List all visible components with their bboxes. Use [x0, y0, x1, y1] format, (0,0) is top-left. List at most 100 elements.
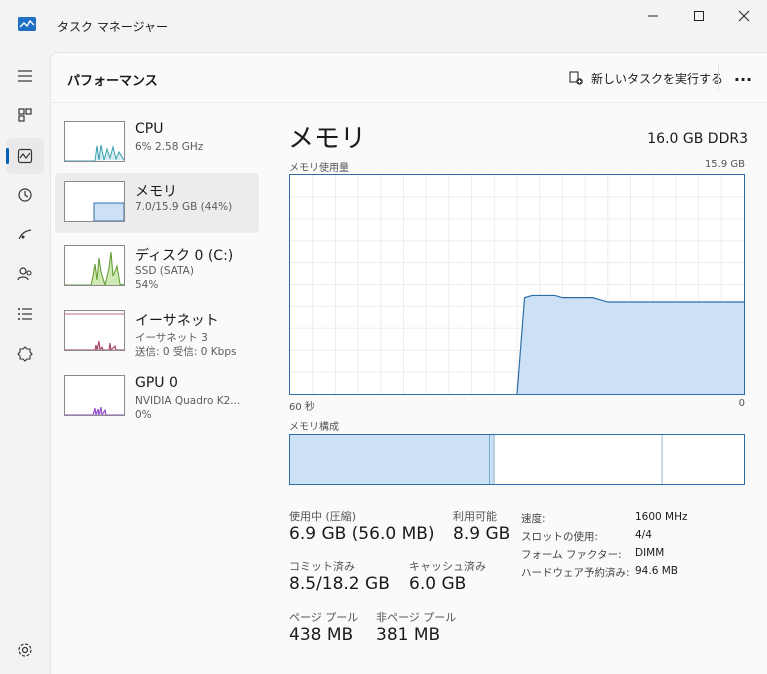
- minimize-button[interactable]: [630, 0, 676, 32]
- speed-value: 1600 MHz: [635, 511, 688, 523]
- resource-item-cpu[interactable]: CPU 6% 2.58 GHz: [55, 113, 259, 173]
- disk-mini-graph: [65, 251, 124, 285]
- resource-detail: 7.0/15.9 GB (44%): [135, 201, 233, 213]
- axis-right-label: 0: [738, 398, 745, 409]
- details-icon: [18, 308, 32, 320]
- app-title: タスク マネージャー: [57, 20, 168, 34]
- usage-label: メモリ使用量: [289, 163, 349, 174]
- resource-detail: SSD (SATA): [135, 265, 194, 277]
- paged-pool-value: 438 MB: [289, 625, 354, 645]
- command-bar: パフォーマンス 新しいタスクを実行する ...: [51, 53, 767, 103]
- resource-detail: 54%: [135, 279, 159, 291]
- nav-settings[interactable]: [6, 632, 44, 668]
- composition-label: メモリ構成: [289, 422, 339, 433]
- available-label: 利用可能: [453, 510, 497, 523]
- paged-pool-label: ページ プール: [289, 611, 359, 624]
- hw-reserved-value: 94.6 MB: [635, 565, 678, 577]
- resource-name: イーサネット: [135, 313, 219, 329]
- nonpaged-pool-value: 381 MB: [376, 625, 441, 645]
- app-history-icon: [18, 188, 32, 202]
- main-content: パフォーマンス 新しいタスクを実行する ... CPU 6% 2.58 GHz …: [50, 52, 767, 674]
- nav-users[interactable]: [6, 256, 44, 292]
- committed-label: コミット済み: [289, 560, 355, 573]
- resource-detail: 0%: [135, 409, 152, 421]
- resource-detail: NVIDIA Quadro K2...: [135, 395, 241, 407]
- resource-name: メモリ: [135, 184, 177, 200]
- resource-item-memory[interactable]: メモリ 7.0/15.9 GB (44%): [55, 173, 259, 233]
- resource-item-ethernet[interactable]: イーサネット イーサネット 3 送信: 0 受信: 0 Kbps: [55, 302, 259, 362]
- available-value: 8.9 GB: [453, 524, 511, 544]
- disk-thumbnail: [64, 245, 125, 286]
- divider: [718, 65, 719, 91]
- close-icon: [738, 10, 750, 22]
- processes-icon: [18, 108, 32, 122]
- committed-value: 8.5/18.2 GB: [289, 574, 390, 594]
- in-use-label: 使用中 (圧縮): [289, 510, 357, 523]
- settings-icon: [18, 643, 32, 657]
- gpu-mini-graph: [65, 406, 124, 415]
- usage-max-label: 15.9 GB: [704, 159, 745, 170]
- cached-label: キャッシュ済み: [409, 560, 486, 573]
- resource-detail: イーサネット 3: [135, 332, 208, 344]
- active-indicator: [6, 148, 9, 164]
- resource-name: GPU 0: [135, 375, 178, 391]
- run-new-task-button[interactable]: 新しいタスクを実行する: [569, 67, 723, 89]
- cached-value: 6.0 GB: [409, 574, 467, 594]
- nav-app-history[interactable]: [6, 177, 44, 213]
- hamburger-icon: [18, 70, 32, 82]
- nonpaged-pool-label: 非ページ プール: [376, 611, 457, 624]
- run-task-label: 新しいタスクを実行する: [591, 71, 724, 86]
- form-factor-value: DIMM: [635, 547, 665, 559]
- usage-area: [517, 295, 744, 394]
- memory-mini-graph: [93, 202, 124, 221]
- resource-item-gpu[interactable]: GPU 0 NVIDIA Quadro K2... 0%: [55, 367, 259, 427]
- users-icon: [17, 267, 32, 281]
- usage-chart: [290, 175, 744, 395]
- gpu-thumbnail: [64, 375, 125, 416]
- axis-left-label: 60 秒: [289, 402, 315, 413]
- composition-chart: [290, 435, 744, 484]
- title-bar: タスク マネージャー: [0, 0, 767, 52]
- maximize-icon: [694, 11, 704, 21]
- standby-segment: [494, 435, 663, 484]
- memory-thumbnail: [64, 181, 125, 222]
- detail-title: メモリ: [288, 124, 367, 154]
- in-use-segment: [290, 435, 490, 484]
- memory-usage-graph: [289, 174, 745, 395]
- nav-performance[interactable]: [6, 138, 44, 174]
- ethernet-thumbnail: [64, 310, 125, 351]
- nav-details[interactable]: [6, 296, 44, 332]
- memory-capacity: 16.0 GB DDR3: [647, 131, 748, 147]
- resource-name: CPU: [135, 121, 164, 137]
- ethernet-mini-graph: [65, 313, 124, 350]
- more-options-button[interactable]: ...: [732, 66, 754, 88]
- slots-key: スロットの使用:: [521, 531, 599, 543]
- page-title: パフォーマンス: [67, 74, 158, 89]
- maximize-button[interactable]: [676, 0, 722, 32]
- new-task-icon: [569, 71, 583, 85]
- startup-apps-icon: [18, 229, 32, 240]
- hw-reserved-key: ハードウェア予約済み:: [521, 567, 630, 579]
- modified-segment: [489, 435, 495, 484]
- performance-icon: [17, 148, 33, 164]
- nav-processes[interactable]: [6, 97, 44, 133]
- cpu-thumbnail: [64, 121, 125, 162]
- resource-name: ディスク 0 (C:): [135, 248, 234, 264]
- minimize-icon: [648, 15, 658, 17]
- nav-services[interactable]: [6, 336, 44, 372]
- resource-detail: 6% 2.58 GHz: [135, 141, 204, 153]
- nav-rail: [0, 52, 50, 674]
- in-use-value: 6.9 GB (56.0 MB): [289, 524, 435, 544]
- close-button[interactable]: [721, 0, 767, 32]
- slots-value: 4/4: [635, 529, 652, 541]
- resource-detail: 送信: 0 受信: 0 Kbps: [135, 346, 237, 358]
- task-manager-icon: [18, 17, 36, 31]
- services-icon: [17, 346, 33, 362]
- nav-menu-button[interactable]: [6, 58, 44, 94]
- nav-startup-apps[interactable]: [6, 217, 44, 253]
- free-segment: [662, 435, 744, 484]
- memory-composition-bar: [289, 434, 745, 485]
- cpu-mini-graph: [65, 144, 124, 161]
- resource-item-disk[interactable]: ディスク 0 (C:) SSD (SATA) 54%: [55, 237, 259, 297]
- form-factor-key: フォーム ファクター:: [521, 549, 622, 561]
